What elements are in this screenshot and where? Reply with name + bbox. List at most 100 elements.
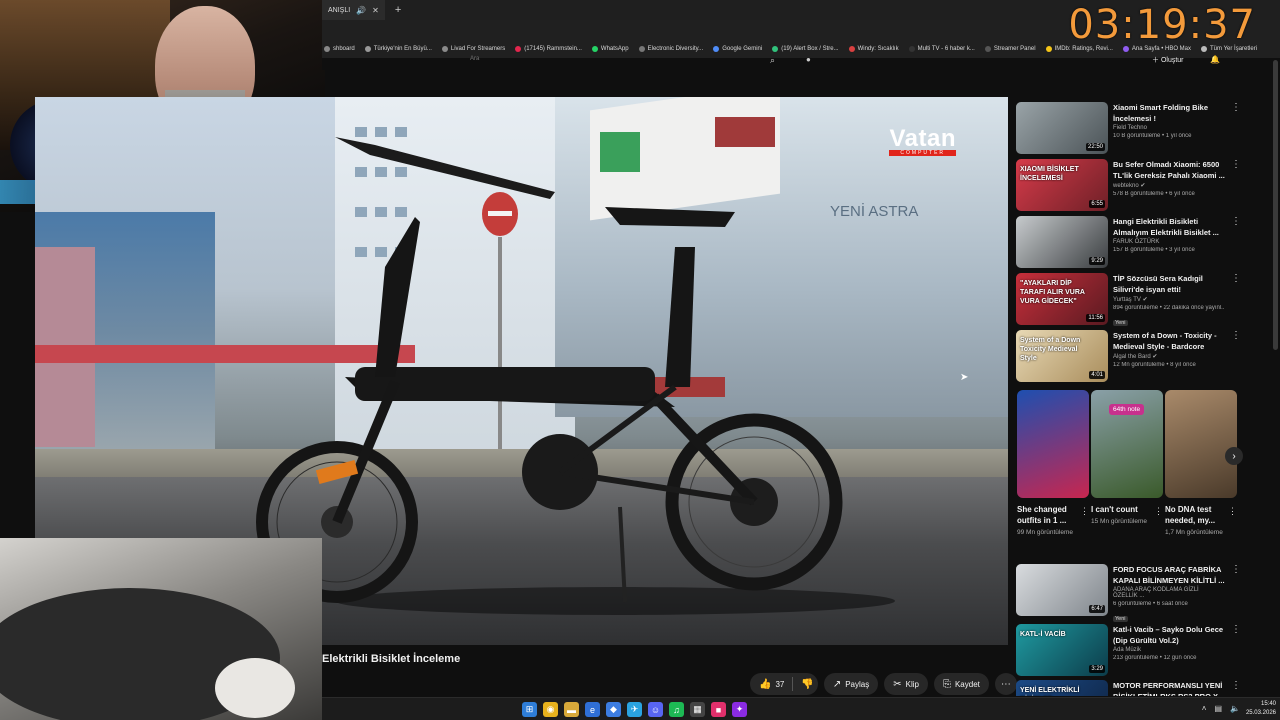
recommended-video[interactable]: XIAOMI BİSİKLET İNCELEMESİ 6:55 Bu Sefer O…	[1015, 157, 1245, 211]
app-icon-pink[interactable]: ■	[711, 702, 726, 717]
more-vertical-icon[interactable]: ⋮	[1231, 680, 1241, 691]
video-thumbnail[interactable]: 22:50	[1016, 102, 1108, 154]
close-tab-icon[interactable]: ✕	[372, 6, 379, 15]
recommended-video[interactable]: 6:47 FORD FOCUS ARAÇ FABRİKA KAPALI BİLİN…	[1015, 562, 1245, 622]
file-explorer-icon[interactable]: ▬	[564, 702, 579, 717]
more-vertical-icon[interactable]: ⋮	[1228, 506, 1237, 517]
volume-icon[interactable]: 🔈	[1230, 704, 1240, 713]
spotify-icon[interactable]: ♫	[669, 702, 684, 717]
bookmark-item[interactable]: Multi TV - 6 haber k...	[908, 46, 975, 52]
short-title[interactable]: She changed outfits in 1 ...	[1017, 504, 1079, 526]
recommended-video[interactable]: 9:29 Hangi Elektrikli Bisikleti Almalıyım…	[1015, 214, 1245, 268]
bookmark-item[interactable]: Tüm Yer İşaretleri	[1201, 46, 1257, 52]
channel-name[interactable]: Algal the Bard ✔	[1113, 353, 1225, 360]
video-thumbnail[interactable]: XIAOMI BİSİKLET İNCELEMESİ 6:55	[1016, 159, 1108, 211]
windows-start-icon[interactable]: ⊞	[522, 702, 537, 717]
like-count[interactable]: 37	[775, 680, 784, 689]
bookmark-item[interactable]: Livad For Streamers	[441, 46, 505, 52]
more-vertical-icon[interactable]: ⋮	[1080, 506, 1089, 517]
video-title-link[interactable]: Hangi Elektrikli Bisikleti Almalıyım Ele…	[1113, 216, 1225, 238]
bookmark-item[interactable]: IMDb: Ratings, Revi...	[1045, 46, 1113, 52]
app-icon-purple[interactable]: ✦	[732, 702, 747, 717]
mic-icon[interactable]: ●	[806, 55, 811, 64]
shorts-next-button[interactable]: ›	[1225, 447, 1243, 465]
network-icon[interactable]: ▤	[1214, 704, 1222, 713]
dislike-icon[interactable]: 👎	[801, 679, 813, 690]
share-button[interactable]: ↗ Paylaş	[823, 673, 879, 695]
chrome-icon[interactable]: ◉	[543, 702, 558, 717]
short-thumbnail[interactable]: 64th note	[1091, 390, 1163, 498]
recommended-video[interactable]: 22:50 Xiaomi Smart Folding Bike İncelemes…	[1015, 100, 1245, 154]
create-button[interactable]: ＋ Oluştur	[1152, 55, 1184, 65]
notifications-bell-icon[interactable]: 🔔	[1210, 55, 1220, 64]
short-thumbnail[interactable]	[1165, 390, 1237, 498]
short-title[interactable]: I can't count	[1091, 504, 1153, 515]
calculator-icon[interactable]: ▦	[690, 702, 705, 717]
more-vertical-icon[interactable]: ⋮	[1231, 273, 1241, 284]
bookmark-item[interactable]: Streamer Panel	[984, 46, 1036, 52]
channel-name[interactable]: ADANA ARAÇ KODLAMA GİZLİ ÖZELLİK ...	[1113, 587, 1225, 599]
video-thumbnail[interactable]: 6:47	[1016, 564, 1108, 616]
short-item[interactable]: 64th note I can't count 15 Mn görüntüleme ⋮	[1091, 390, 1163, 527]
discord-icon[interactable]: ☺	[648, 702, 663, 717]
video-title-link[interactable]: TİP Sözcüsü Sera Kadıgil Silivri'de isya…	[1113, 273, 1225, 295]
bookmark-item[interactable]: shboard	[324, 46, 355, 52]
recommended-video[interactable]: System of a Down Toxicity Medieval Style…	[1015, 328, 1245, 382]
bookmark-item[interactable]: (17145) Rammstein...	[515, 46, 582, 52]
bookmark-item[interactable]: Türkiye'nin En Büyü...	[364, 46, 432, 52]
speaker-icon[interactable]: 🔊	[356, 6, 366, 15]
short-thumbnail[interactable]	[1017, 390, 1089, 498]
recommended-video[interactable]: "AYAKLARI DİP TARAFI ALIR VURA VURA GİDE…	[1015, 271, 1245, 326]
channel-name[interactable]: Ada Müzik	[1113, 647, 1225, 653]
clip-button[interactable]: ✂ Klip	[884, 673, 928, 695]
more-vertical-icon[interactable]: ⋮	[1231, 564, 1241, 575]
video-thumbnail[interactable]: System of a Down Toxicity Medieval Style…	[1016, 330, 1108, 382]
video-thumbnail[interactable]: KATL-İ VACİB 3:29	[1016, 624, 1108, 676]
video-title-link[interactable]: System of a Down - Toxicity - Medieval S…	[1113, 330, 1225, 352]
recommended-video[interactable]: YENİ ELEKTRİKLİ BİSİKLET MOTOR PERFORMANS…	[1015, 678, 1245, 696]
short-item[interactable]: She changed outfits in 1 ... 99 Mn görünt…	[1017, 390, 1089, 538]
tray-arrow-icon[interactable]: ˄	[1202, 704, 1207, 713]
verified-check-icon: ✔	[1150, 354, 1158, 360]
sidebar-scrollbar[interactable]	[1273, 60, 1278, 350]
video-title-link[interactable]: Bu Sefer Olmadı Xiaomi: 6500 TL'lik Gere…	[1113, 159, 1225, 181]
recommended-video[interactable]: KATL-İ VACİB 3:29 Katl-i Vacib – Sayko Dol…	[1015, 622, 1245, 676]
bookmark-label: Tüm Yer İşaretleri	[1210, 46, 1258, 52]
video-thumbnail[interactable]: "AYAKLARI DİP TARAFI ALIR VURA VURA GİDE…	[1016, 273, 1108, 325]
like-icon[interactable]: 👍	[759, 679, 771, 690]
new-tab-icon[interactable]: +	[395, 4, 401, 16]
edge-icon[interactable]: e	[585, 702, 600, 717]
bookmark-item[interactable]: Google Gemini	[713, 46, 762, 52]
video-thumbnail[interactable]: YENİ ELEKTRİKLİ BİSİKLET	[1016, 680, 1108, 696]
more-vertical-icon[interactable]: ⋮	[1231, 330, 1241, 341]
channel-name[interactable]: Field Techno	[1113, 125, 1225, 131]
bookmark-item[interactable]: Electronic Diversity...	[638, 46, 703, 52]
video-title-link[interactable]: MOTOR PERFORMANSLI YENİ BİSİKLETİMLRKS R…	[1113, 680, 1225, 696]
search-input[interactable]: Ara	[470, 56, 479, 62]
channel-name[interactable]: webtekno ✔	[1113, 182, 1225, 189]
bookmark-item[interactable]: WhatsApp	[591, 46, 629, 52]
short-item[interactable]: No DNA test needed, my... 1,7 Mn görüntül…	[1165, 390, 1237, 538]
channel-name[interactable]: Yurttaş TV ✔	[1113, 296, 1225, 303]
app-icon-blue[interactable]: ◆	[606, 702, 621, 717]
browser-tab-active[interactable]: ANIŞLI 🔊 ✕	[322, 0, 385, 20]
video-thumbnail[interactable]: 9:29	[1016, 216, 1108, 268]
bookmark-item[interactable]: Windy: Sıcaklık	[848, 46, 899, 52]
more-vertical-icon[interactable]: ⋮	[1231, 102, 1241, 113]
telegram-icon[interactable]: ✈	[627, 702, 642, 717]
video-title-link[interactable]: FORD FOCUS ARAÇ FABRİKA KAPALI BİLİNMEYE…	[1113, 564, 1225, 586]
taskbar-clock[interactable]: 15:40 25.03.2026	[1246, 700, 1276, 718]
bookmark-item[interactable]: Ana Sayfa • HBO Max	[1122, 46, 1191, 52]
more-vertical-icon[interactable]: ⋮	[1231, 624, 1241, 635]
video-title-link[interactable]: Xiaomi Smart Folding Bike İncelemesi !	[1113, 102, 1225, 124]
more-vertical-icon[interactable]: ⋮	[1231, 216, 1241, 227]
bookmark-item[interactable]: (19) Alert Box / Stre...	[772, 46, 839, 52]
channel-name[interactable]: FARUK ÖZTÜRK	[1113, 239, 1225, 245]
search-icon[interactable]: ⌕	[770, 55, 775, 66]
video-title-link[interactable]: Katl-i Vacib – Sayko Dolu Gece (Dip Gürü…	[1113, 624, 1225, 646]
short-title[interactable]: No DNA test needed, my...	[1165, 504, 1227, 526]
save-button[interactable]: ⎘ Kaydet	[933, 673, 989, 695]
more-vertical-icon[interactable]: ⋮	[1154, 506, 1163, 517]
more-actions-button[interactable]: ⋯	[994, 673, 1017, 695]
more-vertical-icon[interactable]: ⋮	[1231, 159, 1241, 170]
